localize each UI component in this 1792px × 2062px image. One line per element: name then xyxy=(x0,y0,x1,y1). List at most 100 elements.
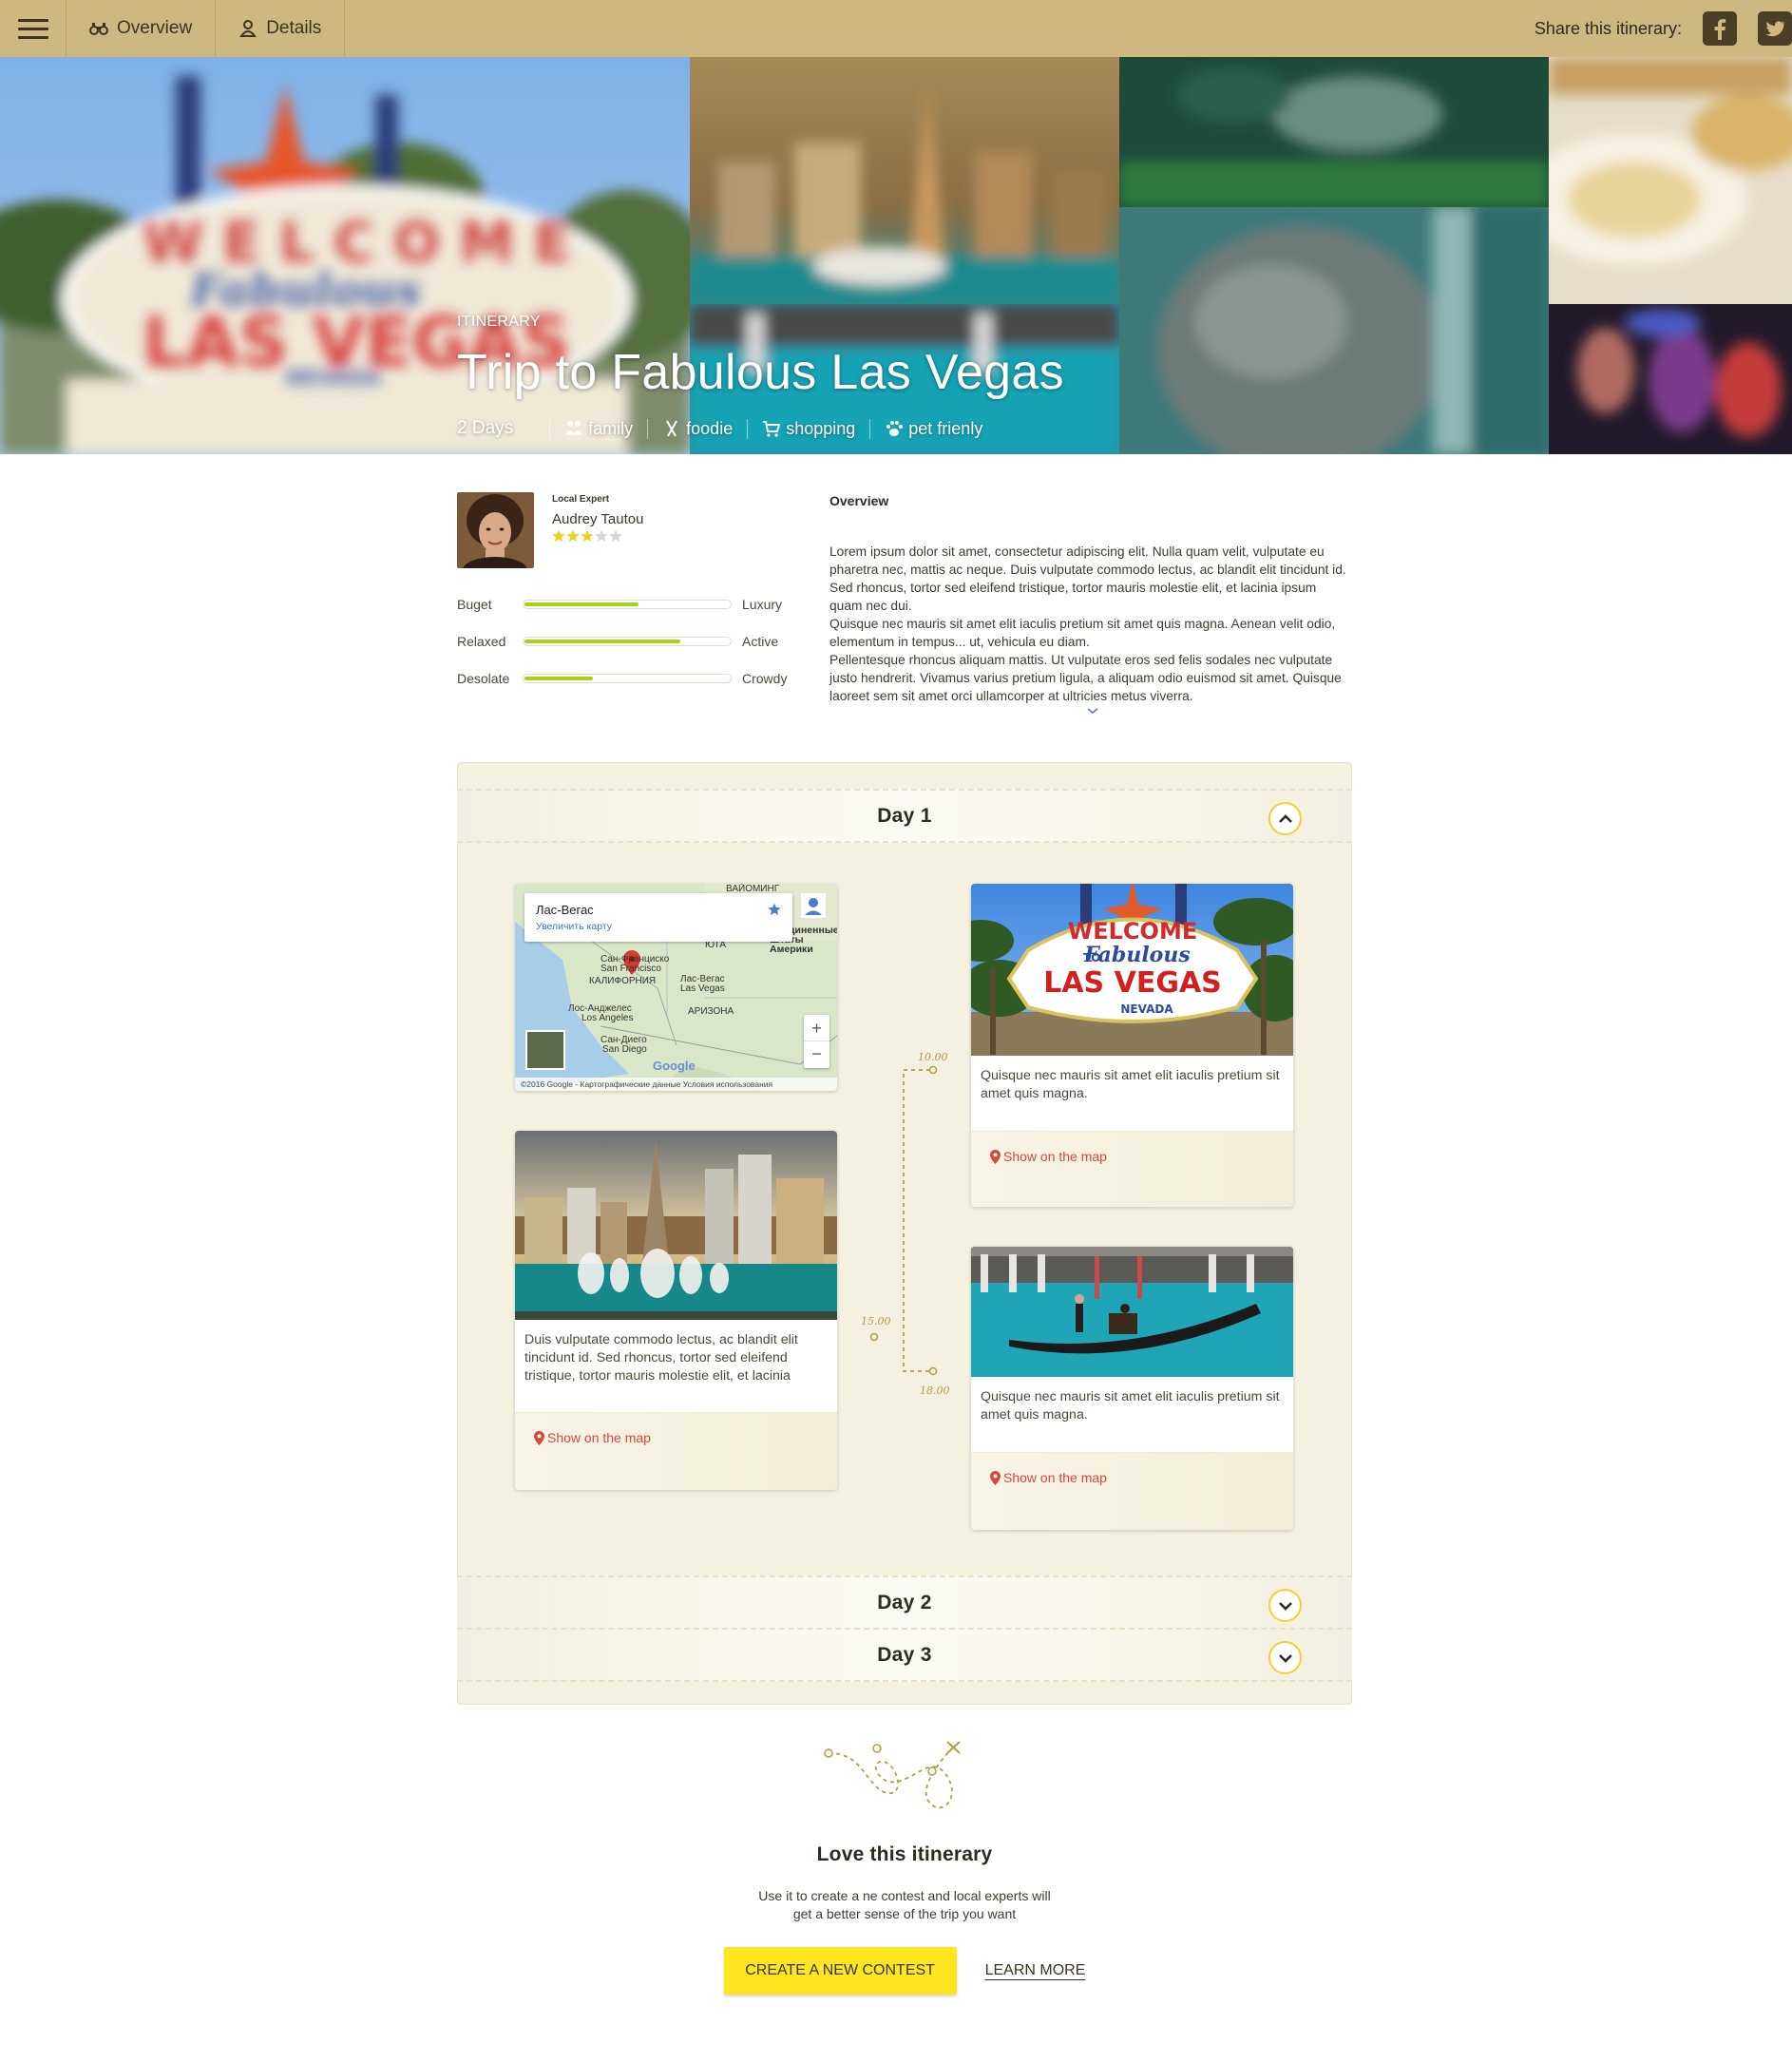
chevron-down-icon xyxy=(1278,1653,1292,1663)
day-map[interactable]: ВАЙОМИНГ ЮТА Соединенные Штаты Америки С… xyxy=(515,884,837,1091)
timeline-stop-2 xyxy=(869,1332,879,1342)
avatar[interactable] xyxy=(457,492,534,568)
cutlery-icon xyxy=(666,420,678,437)
scale-crowd-low: Desolate xyxy=(457,670,510,686)
activity-card[interactable]: Quisque nec mauris sit amet elit iaculis… xyxy=(971,1247,1293,1530)
hero-title: Trip to Fabulous Las Vegas xyxy=(457,345,1064,400)
activity-card[interactable]: WELCOME TO Fabulous LAS VEGAS NEVADA Qui… xyxy=(971,884,1293,1207)
hero-meta: 2 Days family foodie shopping pet frienl… xyxy=(457,418,1064,439)
cart-icon xyxy=(763,421,781,437)
tab-overview[interactable]: Overview xyxy=(67,0,217,57)
learn-more-link[interactable]: LEARN MORE xyxy=(985,1962,1086,1979)
tag-family-label: family xyxy=(588,418,634,438)
star-filled-icon xyxy=(552,529,565,543)
share-bar: Share this itinerary: xyxy=(1535,0,1792,57)
card-footer: Show on the map xyxy=(971,1131,1293,1207)
scale-activity-low: Relaxed xyxy=(457,633,506,649)
overview-paragraph-3: Pellentesque rhoncus aliquam mattis. Ut … xyxy=(829,653,1342,703)
map-label-ca: КАЛИФОРНИЯ xyxy=(589,976,657,986)
map-pin-icon xyxy=(534,1430,544,1445)
map-zoom-out-button[interactable]: − xyxy=(804,1041,829,1068)
scale-crowd-high: Crowdy xyxy=(742,670,788,686)
day-1-header[interactable]: Day 1 xyxy=(457,789,1352,843)
day-3-expand-button[interactable] xyxy=(1268,1641,1302,1674)
day-2-header[interactable]: Day 2 xyxy=(457,1575,1352,1630)
svg-text:NEVADA: NEVADA xyxy=(285,367,381,391)
cta-description: Use it to create a ne contest and local … xyxy=(758,1888,1051,1921)
scale-budget-fill xyxy=(524,601,639,606)
day-1-collapse-button[interactable] xyxy=(1268,802,1302,835)
star-filled-icon xyxy=(566,529,580,543)
scale-budget: Buget Luxury xyxy=(457,585,799,622)
map-label-la-en: Los Angeles xyxy=(581,1013,634,1023)
activity-card[interactable]: Duis vulputate commodo lectus, ac blandi… xyxy=(515,1131,837,1490)
family-icon xyxy=(565,421,583,435)
tag-pet-friendly[interactable]: pet frienly xyxy=(869,418,997,439)
map-zoom-in-button[interactable]: + xyxy=(804,1015,829,1041)
card-description: Quisque nec mauris sit amet elit iaculis… xyxy=(981,1068,1280,1101)
hero-photo-strip-skyline xyxy=(690,57,1119,304)
map-pin-icon xyxy=(990,1149,1001,1164)
expert-name[interactable]: Audrey Tautou xyxy=(552,511,799,527)
tag-family[interactable]: family xyxy=(549,418,647,439)
show-on-map-link[interactable]: Show on the map xyxy=(990,1470,1107,1485)
show-on-map-label: Show on the map xyxy=(547,1430,651,1445)
top-nav-bar: Overview Details Share this itinerary: xyxy=(0,0,1792,57)
scale-budget-low: Buget xyxy=(457,596,492,612)
create-contest-button[interactable]: CREATE A NEW CONTEST xyxy=(723,1947,957,1995)
show-on-map-link[interactable]: Show on the map xyxy=(990,1149,1107,1164)
tag-foodie-label: foodie xyxy=(686,418,734,438)
card-description: Quisque nec mauris sit amet elit iaculis… xyxy=(981,1389,1280,1422)
card-description: Duis vulputate commodo lectus, ac blandi… xyxy=(524,1332,798,1384)
day-3-header[interactable]: Day 3 xyxy=(457,1628,1352,1682)
map-label-sf-en: San Francisco xyxy=(601,964,661,974)
card-photo-welcome-sign: WELCOME TO Fabulous LAS VEGAS NEVADA xyxy=(971,884,1293,1056)
map-label-lv-en: Las Vegas xyxy=(680,983,725,994)
twitter-share-button[interactable] xyxy=(1758,11,1792,46)
map-place-name: Лас-Вегас xyxy=(536,903,594,917)
person-pin-icon xyxy=(239,20,257,37)
scale-activity-fill xyxy=(524,639,680,643)
twitter-icon xyxy=(1765,21,1786,37)
show-on-map-link[interactable]: Show on the map xyxy=(534,1430,651,1445)
trip-duration: 2 Days xyxy=(457,418,514,438)
expert-rating xyxy=(552,529,799,543)
time-label-2: 15.00 xyxy=(861,1315,891,1327)
tag-shopping[interactable]: shopping xyxy=(747,418,869,439)
facebook-share-button[interactable] xyxy=(1703,11,1737,46)
scale-activity-high: Active xyxy=(742,633,779,649)
map-attribution[interactable]: ©2016 Google - Картографические данные У… xyxy=(515,1078,837,1091)
map-label-sd-en: San Diego xyxy=(602,1044,647,1055)
sign-fabulous: Fabulous xyxy=(1083,943,1190,967)
scale-activity: Relaxed Active xyxy=(457,622,799,659)
star-empty-icon xyxy=(609,529,622,543)
sign-welcome: WELCOME xyxy=(1068,918,1197,945)
day-1-title: Day 1 xyxy=(877,804,932,827)
cta-section: Love this itinerary Use it to create a n… xyxy=(457,1734,1352,1995)
cta-buttons: CREATE A NEW CONTEST LEARN MORE xyxy=(457,1947,1352,1995)
tag-foodie[interactable]: foodie xyxy=(647,418,747,439)
share-label: Share this itinerary: xyxy=(1534,18,1682,38)
tab-details[interactable]: Details xyxy=(216,0,346,57)
map-enlarge-link[interactable]: Увеличить карту xyxy=(536,921,612,932)
time-label-1: 10.00 xyxy=(918,1051,948,1063)
day-3-title: Day 3 xyxy=(877,1643,932,1666)
local-expert-panel: Local Expert Audrey Tautou Buget Luxury … xyxy=(457,492,799,697)
card-photo-gondola xyxy=(971,1247,1293,1377)
expand-overview-icon[interactable] xyxy=(1086,706,1099,716)
star-empty-icon xyxy=(595,529,608,543)
overview-paragraph-2: Quisque nec mauris sit amet elit iaculis… xyxy=(829,617,1336,649)
hamburger-menu-icon[interactable] xyxy=(0,0,67,57)
map-info-box: Лас-Вегас Увеличить карту xyxy=(524,893,792,942)
star-filled-icon xyxy=(581,529,594,543)
day-2-expand-button[interactable] xyxy=(1268,1589,1302,1622)
hero-photo-statue xyxy=(1119,207,1549,454)
card-footer: Show on the map xyxy=(515,1412,837,1490)
overview-heading: Overview xyxy=(829,493,889,508)
map-label-utah: ЮТА xyxy=(705,940,726,950)
hero-photo-garden xyxy=(1119,57,1549,207)
star-icon[interactable] xyxy=(768,903,781,916)
timeline-stop-1 xyxy=(928,1065,938,1075)
scale-crowd-track xyxy=(523,673,732,683)
hero-banner: W E L C O M E Fabulous LAS VEGAS NEVADA xyxy=(0,57,1792,454)
